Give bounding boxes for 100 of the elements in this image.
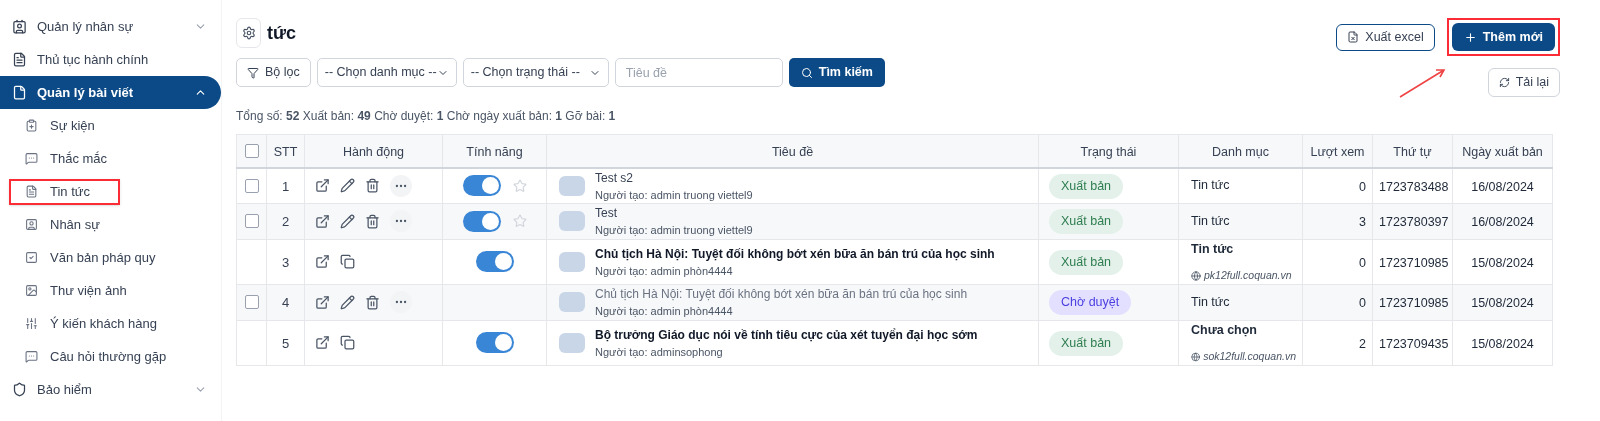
summary-text: Tổng số: 52 Xuất bản: 49 Chờ duyệt: 1 Chờ ngày xuất bản: 1 Gỡ bài: 1 [236,108,617,125]
delete-icon[interactable] [365,294,380,310]
document-icon [12,52,27,67]
post-author: Người tạo: admin phòn4444 [595,263,734,279]
copy-icon[interactable] [340,254,355,270]
category-text: Tin tức [1191,212,1231,230]
copy-icon[interactable] [340,335,355,351]
thumbnail-placeholder [559,211,585,232]
refresh-icon [1498,77,1510,88]
post-title[interactable]: Test s2 [595,168,753,187]
annotation-arrow [1397,66,1448,99]
open-link-icon[interactable] [315,254,330,270]
edit-icon[interactable] [340,178,355,194]
column-header: STT [273,144,298,159]
more-button[interactable] [390,291,412,314]
category-text: Tin tức [1191,293,1231,311]
open-link-icon[interactable] [315,178,330,194]
delete-icon[interactable] [365,178,380,194]
publish-date: 16/08/2024 [1471,179,1534,194]
publish-date: 15/08/2024 [1471,255,1534,270]
open-link-icon[interactable] [315,335,330,351]
sidebar-subitem[interactable]: Câu hỏi thường gặp [9,343,197,370]
sidebar-subitem[interactable]: Tin tức [9,178,120,205]
title-search-field[interactable]: Tiêu đề [614,58,783,87]
checkbox-icon [25,251,38,264]
row-checkbox[interactable] [244,214,259,229]
open-link-icon[interactable] [315,294,330,310]
feature-toggle[interactable] [475,251,514,273]
row-number: 5 [281,335,290,351]
delete-icon[interactable] [365,213,380,229]
person-icon [25,218,38,231]
status-badge: Xuất bản [1049,209,1124,235]
sidebar-subitem[interactable]: Sự kiện [9,112,125,139]
sidebar-item[interactable]: Quản lý bài viết [0,76,221,109]
domain-text: pk12full.coquan.vn [1204,268,1292,284]
column-header: Tính năng [466,144,523,159]
sidebar-item[interactable]: Thủ tục hành chính [0,43,221,76]
sidebar-subitem[interactable]: Văn bản pháp quy [9,244,186,271]
filter-button[interactable]: Bộ lọc [236,58,311,87]
column-header: Hành động [342,144,405,159]
spreadsheet-file-icon [1347,31,1360,43]
help-bubble-icon [25,350,38,363]
star-icon[interactable] [512,214,527,229]
post-title[interactable]: Bộ trưởng Giáo dục nói về tính tiêu cực của xét tuyển đại học sớm [595,325,978,344]
star-icon[interactable] [512,178,527,193]
feature-toggle[interactable] [462,175,501,197]
row-number: 4 [281,295,290,311]
sidebar-item[interactable]: Quản lý nhân sự [0,10,221,43]
select-all-checkbox[interactable] [244,143,259,158]
feature-toggle[interactable] [462,210,501,232]
domain-text: sok12full.coquan.vn [1203,349,1296,365]
category-text: Tin tức [1191,177,1231,195]
filter-icon [247,66,259,79]
publish-date: 15/08/2024 [1471,296,1534,311]
shield-icon [12,382,27,397]
more-button[interactable] [390,210,412,233]
edit-icon[interactable] [340,213,355,229]
order-number: 1723709435 [1379,336,1449,351]
search-button[interactable]: Tìm kiếm [788,58,885,87]
post-author: Người tạo: adminsophong [595,344,724,360]
feature-toggle[interactable] [475,332,514,354]
file-icon [12,85,27,100]
sidebar-item[interactable]: Bảo hiểm [0,373,221,406]
row-number: 1 [281,178,290,194]
contact-card-icon [12,19,27,34]
add-new-button[interactable]: Thêm mới [1451,23,1555,51]
view-count: 0 [1359,179,1366,194]
category-select[interactable]: -- Chọn danh mục -- [316,58,457,87]
open-link-icon[interactable] [315,213,330,229]
sidebar-subitem[interactable]: Ý kiến khách hàng [9,310,187,337]
sidebar-subitem[interactable]: Thư viện ảnh [9,277,157,304]
status-select[interactable]: -- Chọn trạng thái -- [462,58,609,87]
thumbnail-placeholder [559,175,585,196]
order-number: 1723780397 [1379,215,1449,230]
column-header: Thứ tự [1393,144,1432,159]
post-title[interactable]: Chủ tịch Hà Nội: Tuyệt đối không bớt xén bữa ăn bán trú của học sinh [595,285,968,303]
settings-button[interactable] [236,18,261,48]
column-header: Lượt xem [1310,144,1365,159]
column-header: Ngày xuất bản [1462,144,1543,159]
order-number: 1723710985 [1379,255,1449,270]
settings-icon [241,26,256,40]
search-icon [800,66,813,79]
sidebar-subitem[interactable]: Nhân sự [9,211,130,238]
post-title[interactable]: Test [595,204,753,222]
row-number: 3 [281,254,290,270]
row-checkbox[interactable] [244,295,259,310]
status-badge: Xuất bản [1049,330,1124,356]
row-number: 2 [281,214,290,230]
thumbnail-placeholder [559,332,585,353]
column-header: Tiêu đề [771,144,814,159]
export-excel-button[interactable]: Xuất excel [1336,23,1435,51]
reload-button[interactable]: Tải lại [1487,68,1560,97]
more-button[interactable] [390,174,412,197]
row-checkbox[interactable] [244,178,259,193]
thumbnail-placeholder [559,251,585,272]
sidebar-subitem[interactable]: Thắc mắc [9,145,138,172]
category-text: Chưa chọn [1191,321,1258,339]
edit-icon[interactable] [340,294,355,310]
globe-icon [1191,352,1201,363]
post-title[interactable]: Chủ tịch Hà Nội: Tuyệt đối không bớt xén bữa ăn bán trú của học sinh [595,244,995,263]
